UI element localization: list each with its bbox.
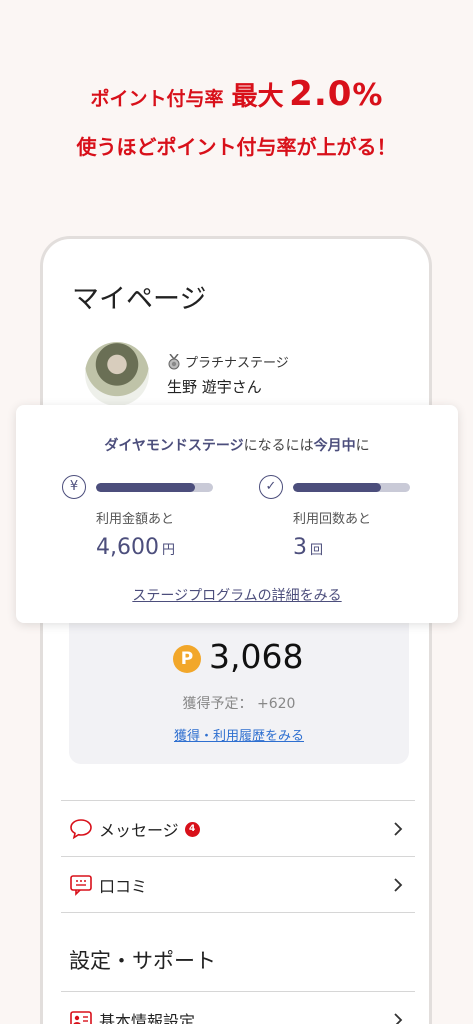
promo-subheadline: 使うほどポイント付与率が上がる！ xyxy=(76,135,397,159)
amount-remaining: ¥ 利用金額あと 4,600 円 xyxy=(62,475,262,575)
amount-value-row: 4,600 円 xyxy=(96,535,175,560)
promo-headline: ポイント付与率 最大 2.0% xyxy=(0,74,473,114)
settings-section-title: 設定・サポート xyxy=(69,949,216,973)
chevron-right-icon xyxy=(391,1011,405,1024)
pending-points: 獲得予定： +620 xyxy=(69,693,409,713)
check-icon: ✓ xyxy=(259,475,283,499)
rank-row: プラチナステージ xyxy=(167,352,289,371)
amount-unit: 円 xyxy=(161,543,175,558)
stage-progress-card: ダイヤモンドステージになるには今月中に ¥ 利用金額あと 4,600 円 ✓ 利用… xyxy=(16,405,458,623)
menu-item-basic-settings[interactable]: 基本情報設定 xyxy=(61,992,415,1024)
rank-label: プラチナステージ xyxy=(185,356,289,371)
points-history-link[interactable]: 獲得・利用履歴をみる xyxy=(69,725,409,744)
menu-item-messages[interactable]: メッセージ 4 xyxy=(61,801,415,857)
page-title: マイページ xyxy=(72,284,207,315)
point-coin-icon: P xyxy=(173,645,201,673)
chevron-right-icon xyxy=(391,876,405,894)
amount-value: 4,600 xyxy=(96,535,159,560)
review-icon xyxy=(69,874,93,896)
count-progress-bar xyxy=(293,483,410,492)
target-stage: ダイヤモンドステージ xyxy=(104,438,244,454)
count-label: 利用回数あと xyxy=(293,512,372,527)
pending-value: +620 xyxy=(257,696,296,712)
menu-item-reviews[interactable]: 口コミ xyxy=(61,857,415,913)
stage-program-details-link[interactable]: ステージプログラムの詳細をみる xyxy=(16,585,458,605)
count-unit: 回 xyxy=(310,543,324,558)
chevron-right-icon xyxy=(391,820,405,838)
user-name: 生野 遊宇さん xyxy=(167,378,262,396)
heading-text: になるには xyxy=(243,438,314,454)
menu-label: 口コミ xyxy=(99,877,148,896)
unread-badge: 4 xyxy=(184,821,200,837)
stage-heading: ダイヤモンドステージになるには今月中に xyxy=(16,435,458,455)
promo-percent: % xyxy=(352,78,383,113)
count-value: 3 xyxy=(293,535,307,560)
medal-icon xyxy=(167,353,181,370)
avatar[interactable] xyxy=(85,342,149,406)
yen-icon: ¥ xyxy=(62,475,86,499)
count-value-row: 3回 xyxy=(293,535,323,560)
phone-frame: マイページ プラチナステージ 生野 遊宇さん P 3,068 獲得予定： +62… xyxy=(40,236,432,1024)
points-card: P 3,068 獲得予定： +620 獲得・利用履歴をみる xyxy=(69,599,409,764)
amount-label: 利用金額あと xyxy=(96,512,175,527)
points-balance: 3,068 xyxy=(209,637,304,676)
id-card-icon xyxy=(69,1009,93,1024)
menu-divider xyxy=(61,912,415,913)
amount-progress-bar xyxy=(96,483,213,492)
count-progress-fill xyxy=(293,483,381,492)
promo-rate-label: ポイント付与率 xyxy=(90,88,224,110)
promo-max-label: 最大 xyxy=(231,82,284,112)
amount-progress-fill xyxy=(96,483,196,492)
menu-label: 基本情報設定 xyxy=(99,1012,196,1024)
menu-label: メッセージ xyxy=(99,821,179,840)
pending-label: 獲得予定： xyxy=(182,696,253,712)
chat-bubble-icon xyxy=(69,818,93,840)
deadline-text: 今月中 xyxy=(313,438,356,454)
heading-text: に xyxy=(355,438,370,454)
count-remaining: ✓ 利用回数あと 3回 xyxy=(259,475,459,575)
promo-rate-value: 2.0 xyxy=(289,74,353,114)
